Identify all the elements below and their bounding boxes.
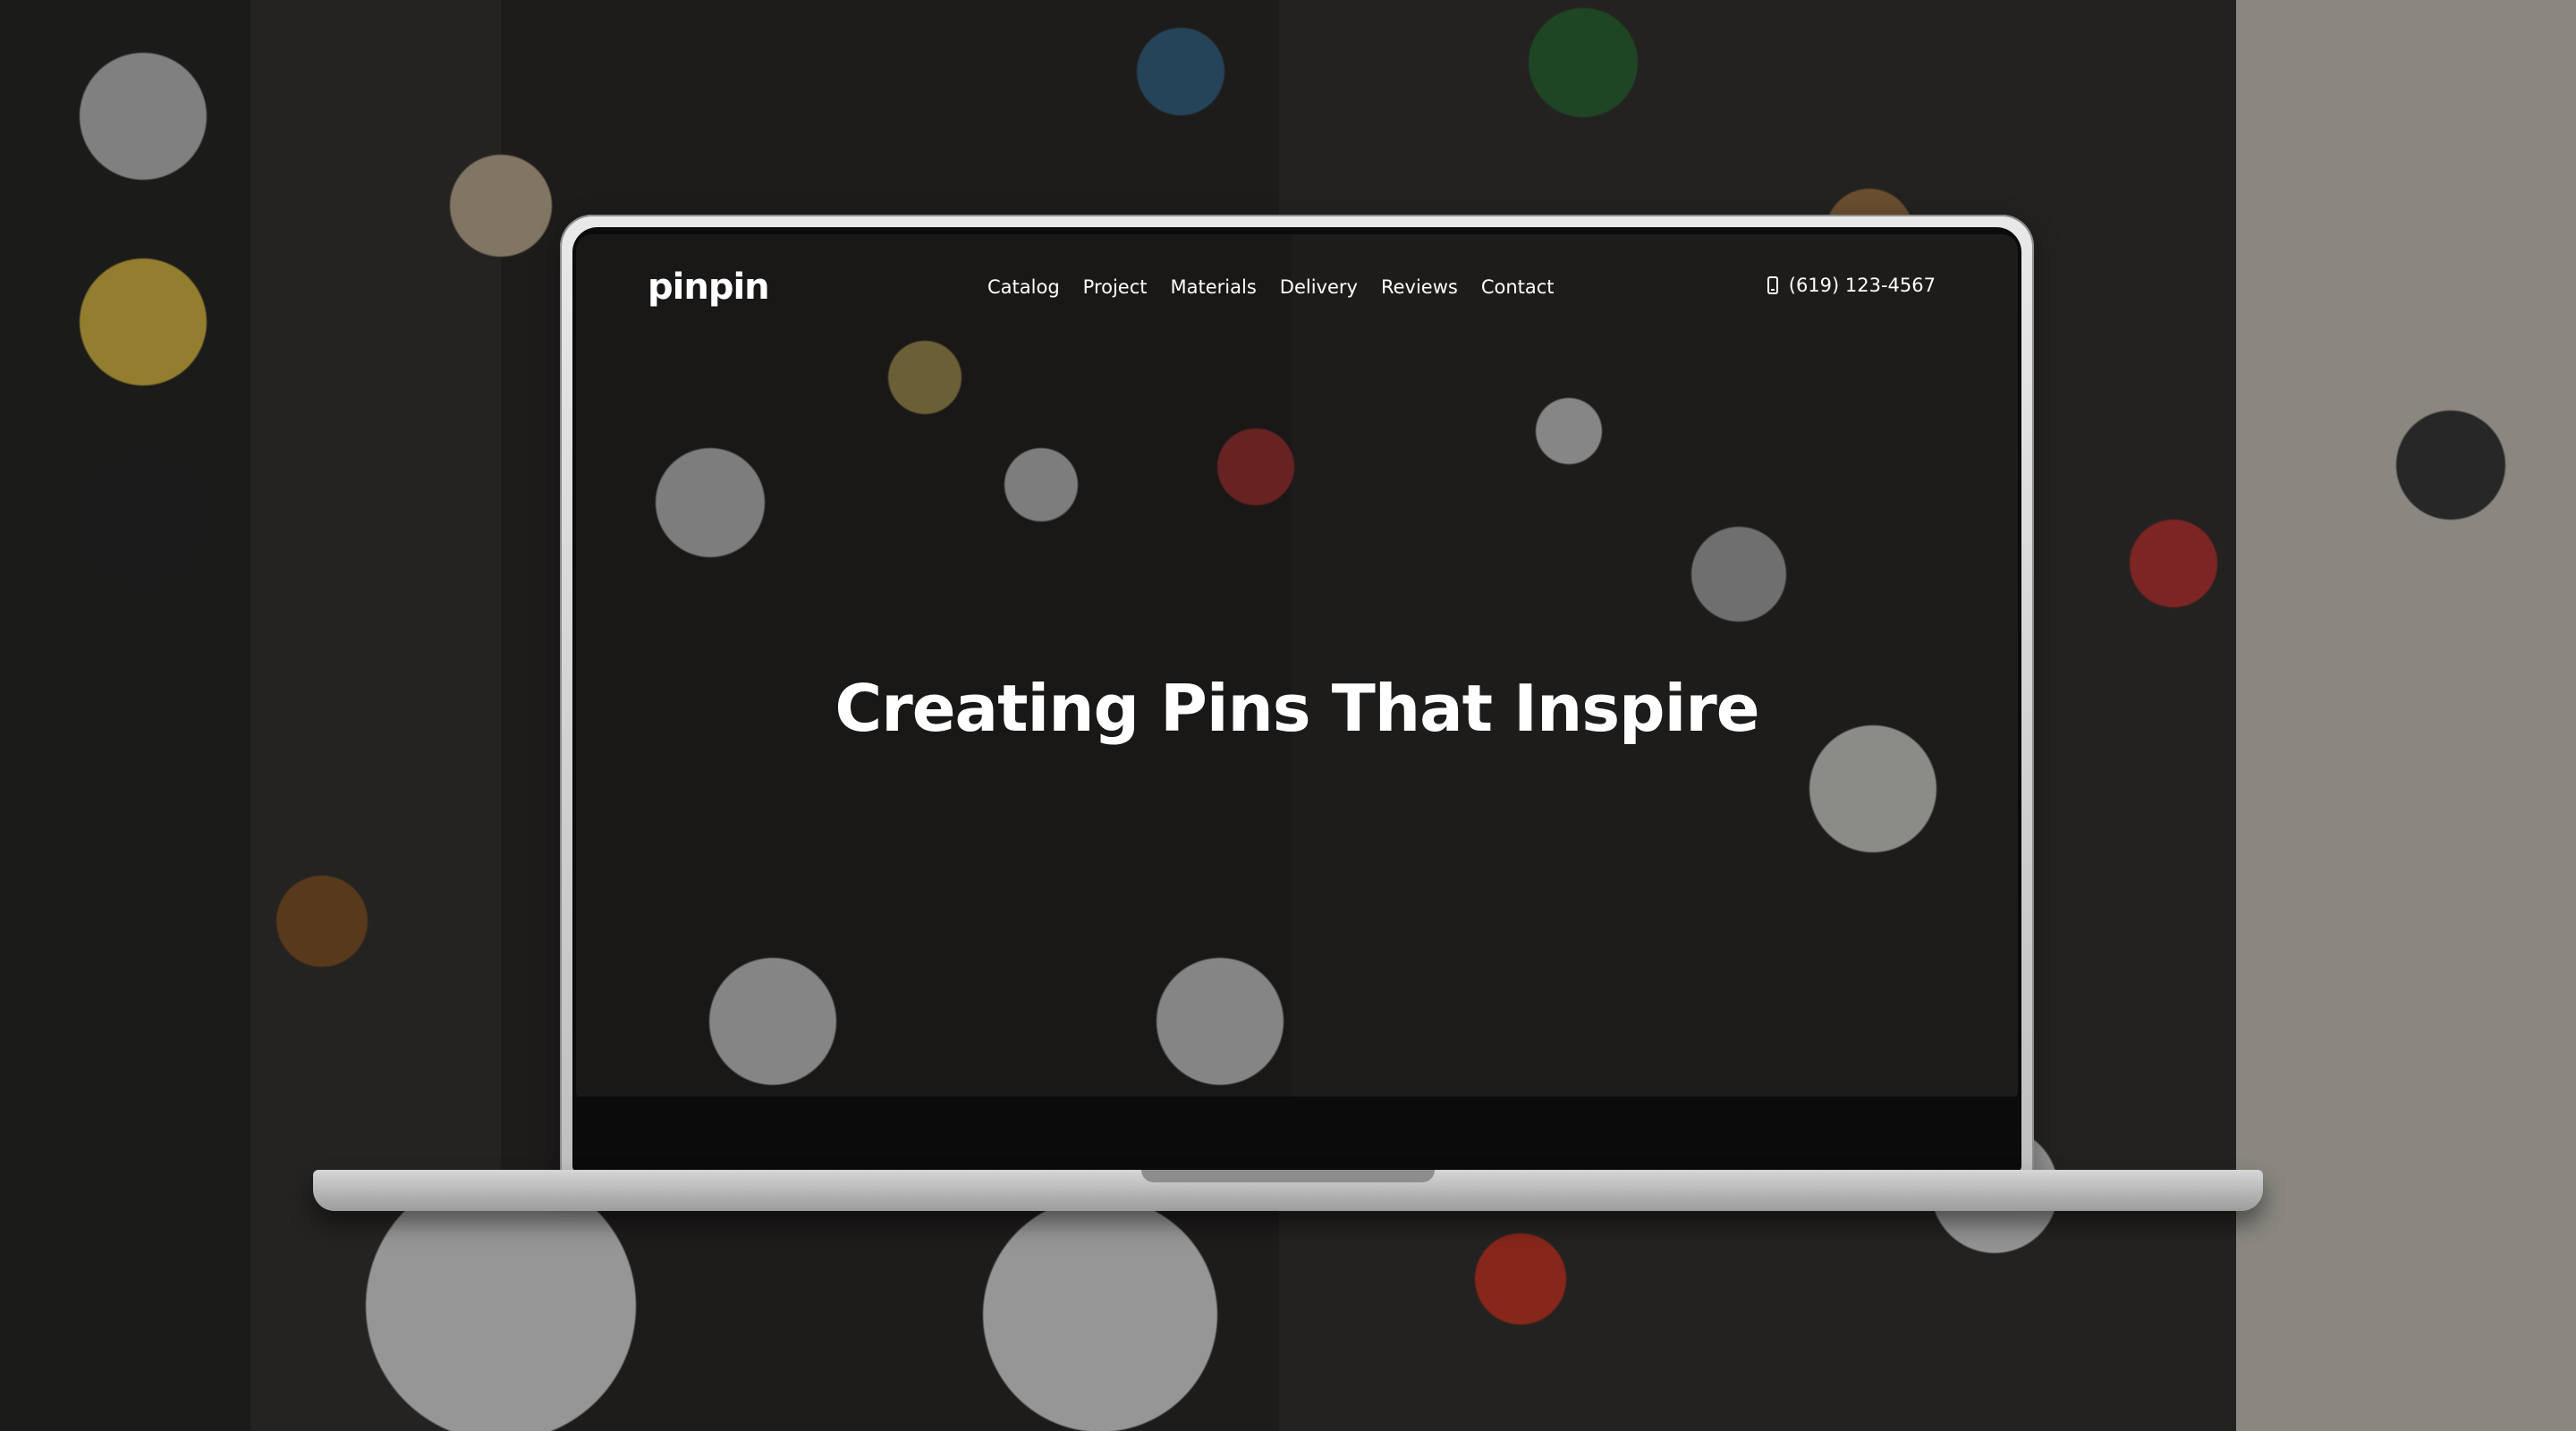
hero-title: Creating Pins That Inspire <box>835 671 1759 747</box>
phone-link[interactable]: (619) 123-4567 <box>1767 275 1936 296</box>
nav-item-project[interactable]: Project <box>1083 276 1148 298</box>
site-header: pinpin Catalog Project Materials Deliver… <box>576 234 2018 342</box>
laptop-notch <box>1141 1170 1435 1182</box>
site-logo[interactable]: pinpin <box>648 267 770 308</box>
phone-number: (619) 123-4567 <box>1788 275 1936 296</box>
nav-item-contact[interactable]: Contact <box>1481 276 1555 298</box>
main-nav: Catalog Project Materials Delivery Revie… <box>987 276 1555 298</box>
nav-item-delivery[interactable]: Delivery <box>1280 276 1358 298</box>
nav-item-reviews[interactable]: Reviews <box>1381 276 1458 298</box>
mobile-phone-icon <box>1767 276 1778 294</box>
nav-item-materials[interactable]: Materials <box>1171 276 1257 298</box>
laptop-screen: pinpin Catalog Project Materials Deliver… <box>576 234 2018 1097</box>
nav-item-catalog[interactable]: Catalog <box>987 276 1060 298</box>
screen-overlay <box>576 234 2018 1097</box>
page: pinpin Catalog Project Materials Deliver… <box>0 0 2576 1431</box>
